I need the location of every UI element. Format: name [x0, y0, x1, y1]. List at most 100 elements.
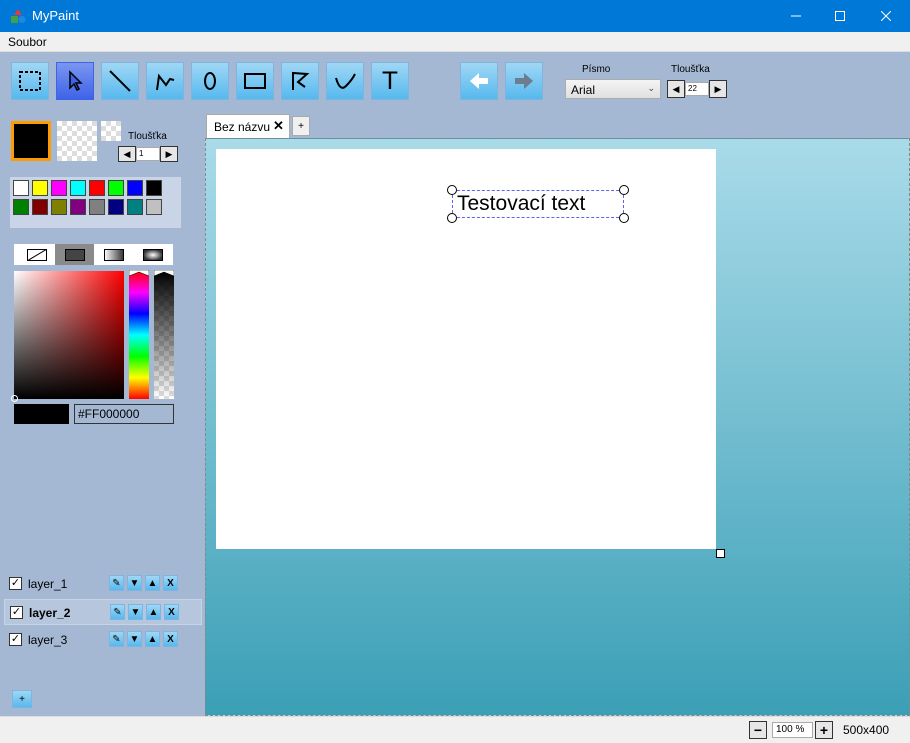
arrow-right-icon — [515, 73, 533, 89]
palette-swatch[interactable] — [32, 180, 48, 196]
drawing-canvas[interactable]: Testovací text — [216, 149, 716, 549]
resize-handle-bottom-right[interactable] — [619, 213, 629, 223]
palette-swatch[interactable] — [89, 199, 105, 215]
tab-document[interactable]: Bez názvu ✕ — [206, 114, 290, 138]
polyline-icon — [156, 73, 175, 91]
text-object[interactable]: Testovací text — [447, 185, 629, 223]
sv-picker-cursor[interactable] — [11, 395, 18, 402]
primary-color-swatch[interactable] — [11, 121, 51, 161]
layer-row[interactable]: ✓ layer_1 ✎ ▼ ▲ X — [4, 571, 202, 597]
layer-delete-button[interactable]: X — [163, 575, 178, 591]
delete-x-icon: X — [167, 633, 174, 645]
layer-up-button[interactable]: ▲ — [146, 604, 161, 620]
workspace: Testovací text — [205, 138, 910, 716]
select-rect-tool-button[interactable] — [11, 62, 49, 100]
alpha-slider[interactable] — [154, 270, 174, 399]
palette-swatch[interactable] — [146, 199, 162, 215]
polygon-icon — [292, 71, 310, 90]
delete-x-icon: X — [167, 577, 174, 589]
fill-linear-gradient-tab[interactable] — [94, 244, 133, 265]
app-logo-icon — [11, 9, 26, 23]
layer-edit-button[interactable]: ✎ — [109, 575, 124, 591]
fill-radial-gradient-tab[interactable] — [133, 244, 172, 265]
layer-edit-button[interactable]: ✎ — [109, 631, 124, 647]
font-select-value: Arial — [571, 83, 596, 97]
layer-name: layer_1 — [28, 577, 68, 591]
minimize-button[interactable] — [773, 0, 819, 32]
ellipse-tool-button[interactable] — [191, 62, 229, 100]
solid-fill-icon — [64, 248, 85, 261]
palette-swatch[interactable] — [13, 199, 29, 215]
layer-delete-button[interactable]: X — [163, 631, 178, 647]
stroke-width-label: Tloušťka — [671, 64, 710, 75]
stroke-decrease-button[interactable]: ◀ — [667, 80, 685, 98]
font-select[interactable]: Arial ⌄ — [565, 79, 661, 99]
line-tool-button[interactable] — [101, 62, 139, 100]
text-tool-button[interactable]: T — [371, 62, 409, 100]
layer-up-button[interactable]: ▲ — [145, 631, 160, 647]
tab-close-icon[interactable]: ✕ — [273, 118, 284, 134]
layer-visibility-checkbox[interactable]: ✓ — [9, 633, 22, 646]
resize-handle-top-right[interactable] — [619, 185, 629, 195]
fill-none-tab[interactable] — [17, 244, 56, 265]
maximize-button[interactable] — [817, 0, 863, 32]
layer-delete-button[interactable]: X — [164, 604, 179, 620]
hex-color-input[interactable]: #FF000000 — [74, 404, 174, 424]
palette-swatch[interactable] — [70, 199, 86, 215]
palette-swatch[interactable] — [108, 199, 124, 215]
hue-slider[interactable] — [129, 270, 149, 399]
palette-swatch[interactable] — [108, 180, 124, 196]
brush-width-input[interactable]: 1 — [136, 147, 160, 161]
palette-swatch[interactable] — [127, 199, 143, 215]
pencil-icon: ✎ — [112, 633, 121, 645]
palette-swatch[interactable] — [127, 180, 143, 196]
delete-x-icon: X — [168, 606, 175, 618]
zoom-input[interactable]: 100 % — [772, 722, 813, 738]
add-layer-button[interactable]: + — [12, 690, 32, 708]
rectangle-tool-button[interactable] — [236, 62, 274, 100]
fill-solid-tab[interactable] — [55, 244, 94, 265]
zoom-in-button[interactable]: + — [815, 721, 833, 739]
layer-visibility-checkbox[interactable]: ✓ — [10, 606, 23, 619]
canvas-resize-handle[interactable] — [716, 549, 725, 558]
close-window-button[interactable] — [863, 0, 909, 32]
polygon-tool-button[interactable] — [281, 62, 319, 100]
brush-increase-button[interactable]: ▶ — [160, 146, 178, 162]
layer-down-button[interactable]: ▼ — [128, 604, 143, 620]
stroke-width-input[interactable]: 22 — [685, 82, 709, 96]
alpha-slider-marker[interactable] — [154, 270, 174, 276]
palette-swatch[interactable] — [70, 180, 86, 196]
new-tab-button[interactable]: + — [292, 116, 310, 136]
resize-handle-bottom-left[interactable] — [447, 213, 457, 223]
layer-down-button[interactable]: ▼ — [127, 631, 142, 647]
secondary-color-swatch[interactable] — [57, 121, 97, 161]
palette-swatch[interactable] — [51, 180, 67, 196]
curve-tool-button[interactable] — [326, 62, 364, 100]
palette-swatch[interactable] — [89, 180, 105, 196]
layer-name: layer_3 — [28, 633, 68, 647]
layer-row[interactable]: ✓ layer_2 ✎ ▼ ▲ X — [4, 599, 202, 625]
palette-swatch[interactable] — [13, 180, 29, 196]
layer-edit-button[interactable]: ✎ — [110, 604, 125, 620]
palette-swatch[interactable] — [146, 180, 162, 196]
zoom-out-button[interactable]: − — [749, 721, 767, 739]
layer-row[interactable]: ✓ layer_3 ✎ ▼ ▲ X — [4, 627, 202, 653]
layer-visibility-checkbox[interactable]: ✓ — [9, 577, 22, 590]
palette-swatch[interactable] — [32, 199, 48, 215]
layer-down-button[interactable]: ▼ — [127, 575, 142, 591]
brush-decrease-button[interactable]: ◀ — [118, 146, 136, 162]
pencil-icon: ✎ — [113, 606, 122, 618]
undo-button[interactable] — [460, 62, 498, 100]
saturation-value-picker[interactable] — [11, 271, 124, 402]
pointer-tool-button[interactable] — [56, 62, 94, 100]
menu-file[interactable]: Soubor — [8, 35, 47, 49]
layer-up-button[interactable]: ▲ — [145, 575, 160, 591]
stroke-increase-button[interactable]: ▶ — [709, 80, 727, 98]
redo-button[interactable] — [505, 62, 543, 100]
transparent-color-swatch[interactable] — [101, 121, 121, 141]
hue-slider-marker[interactable] — [129, 270, 149, 276]
polyline-tool-button[interactable] — [146, 62, 184, 100]
palette-swatch[interactable] — [51, 199, 67, 215]
resize-handle-top-left[interactable] — [447, 185, 457, 195]
menu-bar: Soubor — [0, 32, 910, 52]
